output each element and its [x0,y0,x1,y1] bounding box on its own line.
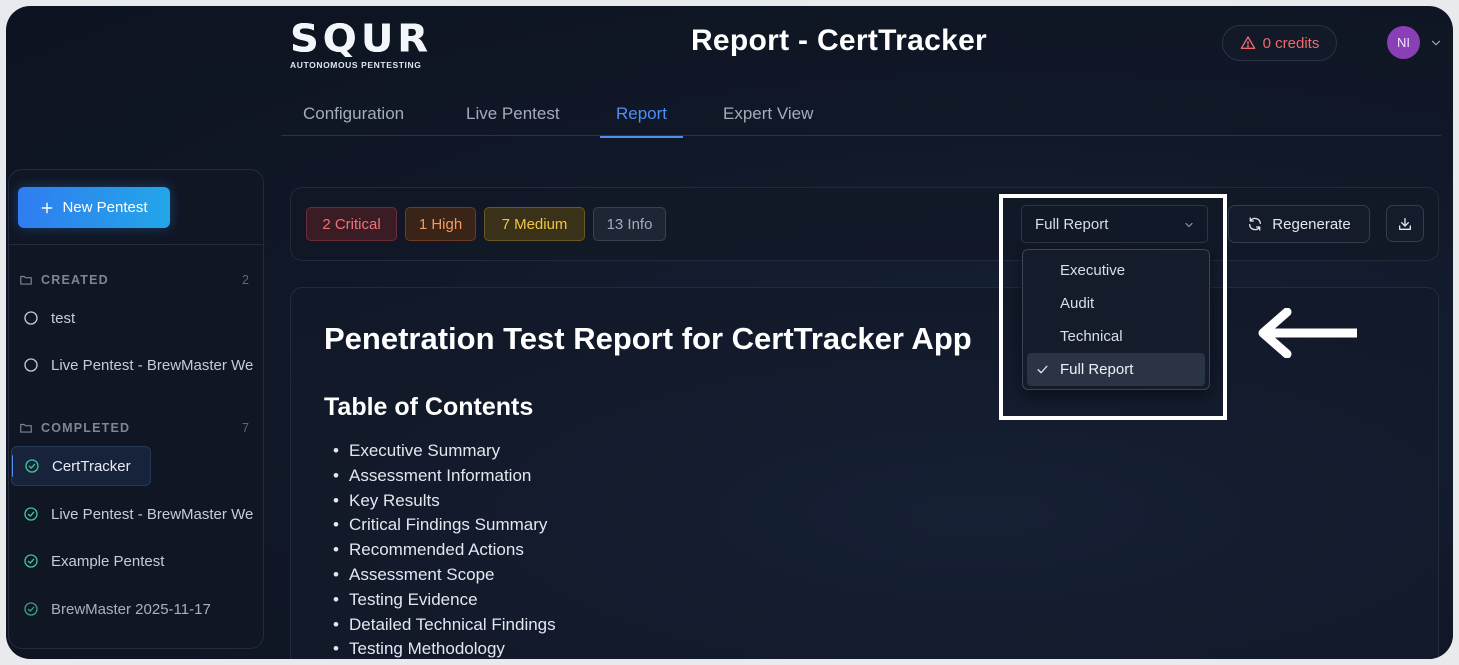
toc-item[interactable]: Key Results [333,489,556,514]
sidebar: New Pentest CREATED 2 test Live Pentest … [8,169,265,649]
new-pentest-label: New Pentest [62,199,148,216]
logo-wordmark: SQUR [290,17,433,61]
section-completed-count: 7 [242,421,249,435]
squr-logo[interactable]: SQUR AUTONOMOUS PENTESTING [290,20,450,70]
report-type-value: Full Report [1035,215,1109,233]
plus-icon [42,202,53,213]
toc-item[interactable]: Testing Evidence [333,588,556,613]
section-completed-label: COMPLETED [41,421,131,435]
sidebar-item-label: Live Pentest - BrewMaster We [51,505,254,523]
tab-bar: Configuration Live Pentest Report Expert… [281,96,1441,138]
section-created-label: CREATED [41,273,109,287]
sidebar-item-live-pentest-brewmaster-completed[interactable]: Live Pentest - BrewMaster We [23,494,263,534]
table-of-contents: Executive Summary Assessment Information… [333,439,556,659]
chevron-down-icon[interactable] [1429,36,1443,50]
dropdown-option-label: Full Report [1060,361,1134,378]
folder-icon [20,275,32,285]
sidebar-item-live-pentest-brewmaster[interactable]: Live Pentest - BrewMaster We [23,345,263,385]
check-circle-icon [24,602,38,616]
tab-expert-view[interactable]: Expert View [707,104,829,136]
new-pentest-button[interactable]: New Pentest [18,187,170,228]
toc-item[interactable]: Assessment Information [333,464,556,489]
credits-label: 0 credits [1262,34,1320,52]
section-created-count: 2 [242,273,249,287]
circle-icon [24,311,38,325]
dropdown-option-full-report[interactable]: Full Report [1027,353,1205,386]
dropdown-option-executive[interactable]: Executive [1027,254,1205,287]
folder-icon [20,423,32,433]
medium-count-badge[interactable]: 7 Medium [484,207,585,241]
report-type-dropdown-menu: Executive Audit Technical Full Report [1022,249,1210,390]
sidebar-item-label: BrewMaster 2025-11-17 [51,600,211,618]
report-type-select[interactable]: Full Report [1021,205,1208,243]
section-created-header: CREATED 2 [19,273,249,287]
download-button[interactable] [1386,205,1424,242]
user-avatar[interactable]: NI [1387,26,1420,59]
toc-item[interactable]: Executive Summary [333,439,556,464]
circle-icon [24,358,38,372]
toc-item[interactable]: Critical Findings Summary [333,513,556,538]
report-toolbar: 2 Critical 1 High 7 Medium 13 Info Full … [290,187,1439,261]
section-completed-header: COMPLETED 7 [19,421,249,435]
sidebar-item-test[interactable]: test [23,298,263,338]
check-circle-icon [25,459,39,473]
app-window: SQUR AUTONOMOUS PENTESTING Report - Cert… [6,6,1453,659]
refresh-icon [1249,217,1262,231]
dropdown-option-audit[interactable]: Audit [1027,287,1205,320]
critical-count-badge[interactable]: 2 Critical [306,207,397,241]
sidebar-item-example-pentest[interactable]: Example Pentest [23,541,263,581]
credits-button[interactable]: 0 credits [1222,25,1337,61]
toc-item[interactable]: Assessment Scope [333,563,556,588]
sidebar-item-label: test [51,309,76,327]
report-title: Penetration Test Report for CertTracker … [324,321,972,356]
warning-icon [1240,36,1255,49]
sidebar-item-label: CertTracker [52,457,131,475]
page-title: Report - CertTracker [690,24,988,57]
sidebar-item-brewmaster-2025-11-17[interactable]: BrewMaster 2025-11-17 [23,589,263,629]
check-icon [1037,365,1048,374]
chevron-down-icon [1185,222,1193,228]
logo-tagline: AUTONOMOUS PENTESTING [290,60,422,70]
sidebar-item-label: Live Pentest - BrewMaster We [51,356,254,374]
dropdown-option-technical[interactable]: Technical [1027,320,1205,353]
toc-heading: Table of Contents [324,393,534,421]
info-count-badge[interactable]: 13 Info [593,207,666,241]
regenerate-button[interactable]: Regenerate [1228,205,1370,243]
sidebar-item-label: Example Pentest [51,552,165,570]
high-count-badge[interactable]: 1 High [405,207,476,241]
toc-item[interactable]: Recommended Actions [333,538,556,563]
toc-item[interactable]: Detailed Technical Findings [333,613,556,638]
sidebar-divider [9,244,265,245]
check-circle-icon [24,507,38,521]
regenerate-label: Regenerate [1272,215,1351,233]
tab-report[interactable]: Report [600,104,684,138]
sidebar-item-certtracker[interactable]: CertTracker [11,446,151,486]
tab-configuration[interactable]: Configuration [287,104,420,136]
download-icon [1399,217,1411,230]
annotation-arrow-left-icon [1258,308,1357,358]
toc-item[interactable]: Testing Methodology [333,637,556,659]
check-circle-icon [24,554,38,568]
tab-live-pentest[interactable]: Live Pentest [450,104,576,136]
